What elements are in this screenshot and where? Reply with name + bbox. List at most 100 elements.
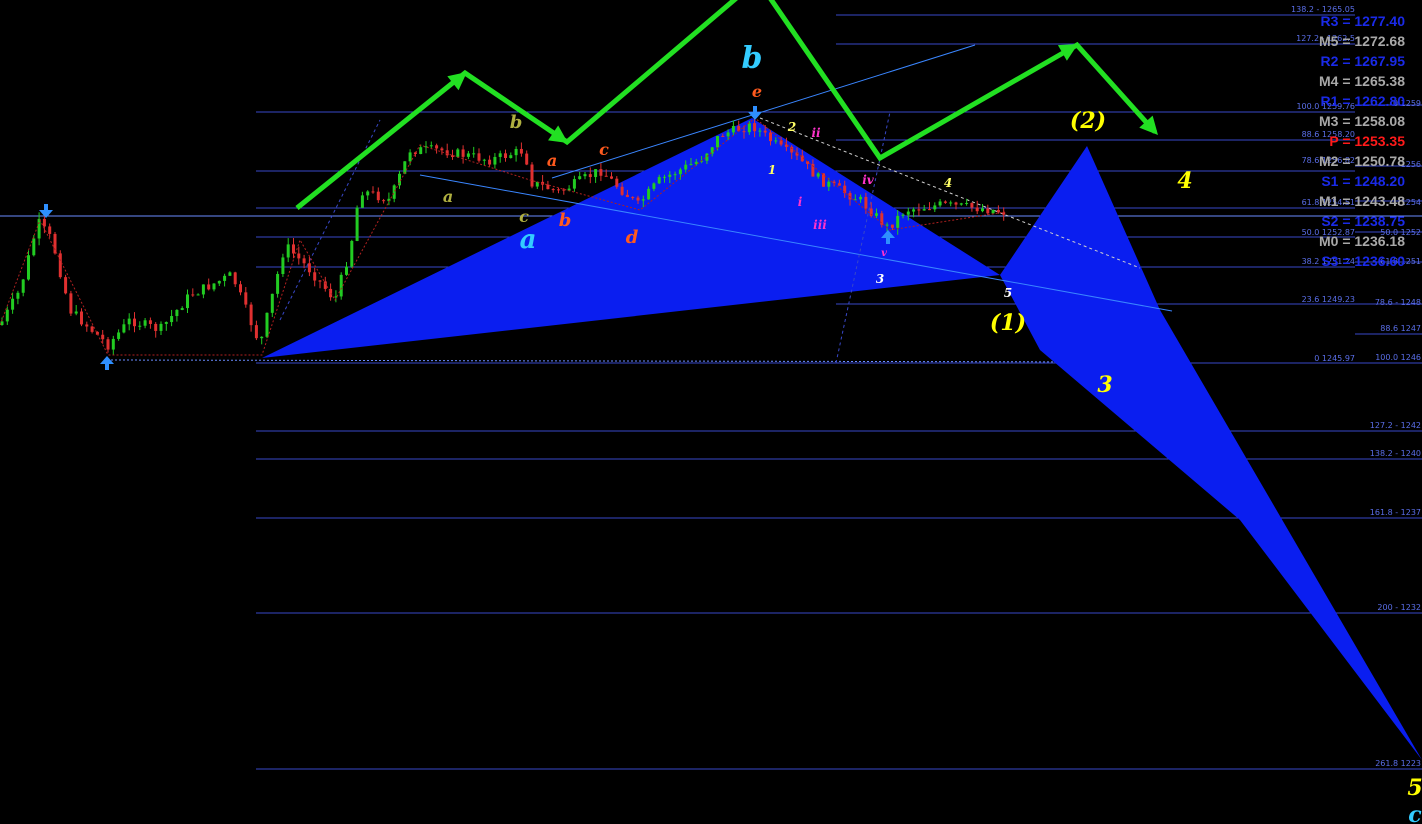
wave-a-orange: a (547, 151, 557, 170)
candle-body (260, 336, 264, 339)
fib-projection-label: 100.0 1246 (1375, 353, 1421, 362)
candle-body (880, 213, 884, 225)
candle-body (456, 149, 460, 157)
candle-body (371, 191, 375, 193)
candle-body (949, 202, 953, 204)
candle-body (959, 203, 963, 205)
wave-2-major: (2) (1070, 108, 1106, 134)
candle-body (875, 213, 878, 216)
fractal-up-icon (100, 356, 114, 370)
price-chart: baabcabcde12345iiiiiiivv(1)(2)345c138.2 … (0, 0, 1422, 824)
fib-projection-label: 261.8 1223 (1375, 759, 1421, 768)
candle-body (292, 244, 295, 254)
candle-body (297, 253, 301, 259)
candle-body (254, 325, 258, 339)
candle-body (477, 153, 481, 161)
candle-body (689, 164, 693, 166)
candle-body (143, 320, 147, 326)
candle-body (466, 153, 470, 157)
candle-body (678, 169, 682, 175)
candle-body (652, 183, 656, 189)
candle-body (938, 201, 942, 206)
candle-body (233, 272, 237, 285)
candle-body (928, 209, 931, 211)
candle-body (742, 131, 746, 133)
candle-body (594, 169, 598, 178)
wave-b-major: b (742, 41, 763, 76)
wave-2-small: 2 (787, 120, 796, 134)
candle-body (657, 177, 661, 184)
candle-body (758, 130, 762, 132)
candle-body (954, 202, 958, 205)
candle-body (180, 308, 184, 310)
candle-body (11, 298, 15, 310)
candle-body (933, 205, 937, 210)
candle-body (382, 200, 386, 202)
fractal-down-icon (748, 106, 762, 120)
pivot-level-label: M0 = 1236.18 (1319, 233, 1405, 249)
candle-body (286, 244, 290, 258)
candle-body (212, 283, 216, 290)
candle-body (588, 174, 592, 178)
candle-body (64, 277, 68, 294)
candle-body (217, 280, 221, 284)
wave-1-major: (1) (990, 310, 1026, 336)
candle-body (435, 145, 439, 149)
candle-body (74, 311, 78, 314)
candle-body (599, 169, 603, 176)
candle-body (133, 318, 136, 327)
candle-body (392, 185, 396, 199)
candle-body (816, 173, 820, 177)
candle-body (837, 183, 841, 186)
candle-body (493, 156, 497, 165)
candle-body (747, 123, 751, 133)
candle-body (822, 173, 825, 187)
candle-body (228, 272, 232, 276)
candle-body (5, 309, 9, 322)
candle-body (668, 174, 672, 177)
candle-body (885, 224, 889, 226)
candle-body (896, 215, 900, 228)
candle-body (636, 197, 640, 201)
pivot-level-label: M2 = 1250.78 (1319, 153, 1405, 169)
candle-body (154, 323, 158, 331)
candle-body (578, 176, 582, 180)
candle-body (270, 293, 274, 313)
candle-body (673, 174, 677, 176)
fib-projection-label: 200 - 1232 (1377, 603, 1421, 612)
wave-d-orange: d (626, 227, 639, 248)
candle-body (355, 207, 359, 241)
candle-body (106, 339, 110, 350)
candle-body (610, 176, 613, 179)
candle-body (864, 196, 868, 209)
pivot-level-label: P = 1253.35 (1329, 133, 1405, 149)
candle-body (419, 147, 423, 155)
wave-iv: iv (862, 173, 875, 187)
candle-body (0, 321, 4, 325)
pivot-level-label: S3 = 1236.60 (1321, 253, 1405, 269)
candle-body (514, 148, 518, 156)
wave-a-olive: a (443, 187, 453, 206)
candle-body (784, 144, 788, 147)
candle-body (48, 226, 52, 234)
wave-e-orange: e (752, 82, 762, 101)
wave-3-major: 3 (1097, 372, 1112, 398)
candle-body (620, 186, 624, 195)
candle-body (482, 159, 486, 161)
fib-projection-label: 138.2 - 1240 (1370, 449, 1421, 458)
candle-body (705, 153, 709, 161)
candle-body (716, 135, 719, 148)
candle-body (138, 325, 142, 327)
candle-body (207, 284, 211, 290)
candle-body (615, 178, 619, 187)
candle-body (519, 148, 523, 154)
candle-body (376, 191, 380, 201)
candle-body (986, 208, 990, 214)
candle-body (339, 274, 343, 297)
candle-body (684, 164, 688, 170)
candle-body (16, 292, 20, 299)
pivot-level-label: R2 = 1267.95 (1321, 53, 1406, 69)
candle-body (769, 132, 772, 142)
candle-body (313, 272, 317, 281)
candle-body (530, 164, 534, 187)
